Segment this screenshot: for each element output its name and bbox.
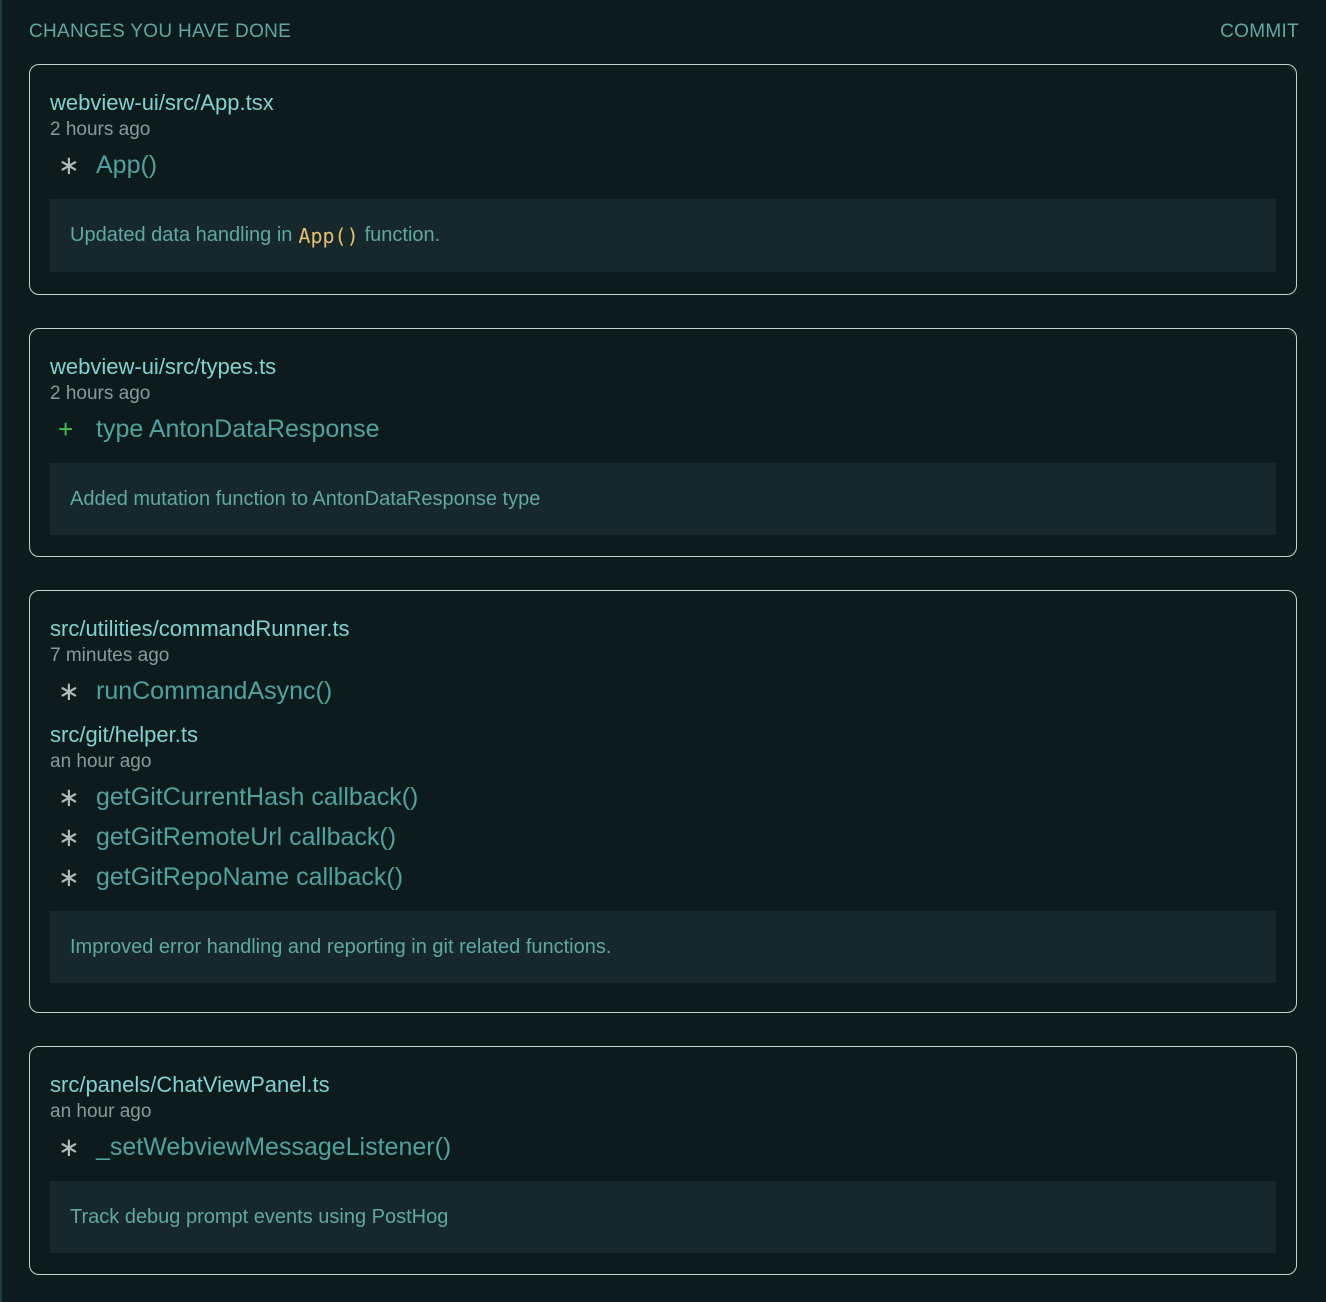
change-card: webview-ui/src/App.tsx 2 hours ago ∗ App…	[29, 64, 1297, 295]
file-path-link[interactable]: webview-ui/src/types.ts	[50, 353, 1276, 381]
commit-button[interactable]: COMMIT	[1220, 21, 1299, 43]
change-timestamp: an hour ago	[50, 751, 152, 772]
symbol-name: getGitCurrentHash callback()	[96, 782, 419, 811]
changed-symbol[interactable]: ∗ getGitRemoteUrl callback()	[50, 817, 1276, 857]
symbol-name: getGitRemoteUrl callback()	[96, 822, 397, 851]
change-card: src/utilities/commandRunner.ts 7 minutes…	[29, 590, 1297, 1013]
changed-symbol[interactable]: ∗ App()	[50, 145, 1276, 185]
summary-text: Updated data handling in	[70, 224, 293, 246]
modified-icon: ∗	[58, 149, 80, 180]
changed-symbol[interactable]: ∗ runCommandAsync()	[50, 671, 1276, 711]
changes-header: CHANGES YOU HAVE DONE COMMIT	[29, 18, 1299, 46]
change-summary: Updated data handling in App() function.	[50, 199, 1276, 272]
symbol-name: runCommandAsync()	[96, 676, 333, 705]
change-summary: Improved error handling and reporting in…	[50, 911, 1276, 983]
symbol-name: App()	[96, 150, 158, 179]
modified-icon: ∗	[58, 821, 80, 852]
change-card: src/panels/ChatViewPanel.ts an hour ago …	[29, 1046, 1297, 1275]
file-path-link[interactable]: src/panels/ChatViewPanel.ts	[50, 1071, 1276, 1099]
change-summary: Added mutation function to AntonDataResp…	[50, 463, 1276, 535]
change-summary: Track debug prompt events using PostHog	[50, 1181, 1276, 1253]
change-timestamp: 7 minutes ago	[50, 645, 170, 666]
summary-text: Improved error handling and reporting in…	[70, 935, 612, 958]
changed-symbol[interactable]: + type AntonDataResponse	[50, 409, 1276, 449]
modified-icon: ∗	[58, 1131, 80, 1162]
modified-icon: ∗	[58, 781, 80, 812]
change-timestamp: 2 hours ago	[50, 383, 151, 404]
added-icon: +	[58, 413, 74, 444]
changed-symbol[interactable]: ∗ getGitCurrentHash callback()	[50, 777, 1276, 817]
changed-symbol[interactable]: ∗ getGitRepoName callback()	[50, 857, 1276, 897]
file-path-link[interactable]: webview-ui/src/App.tsx	[50, 89, 1276, 117]
change-timestamp: 2 hours ago	[50, 119, 151, 140]
summary-text: Added mutation function to AntonDataResp…	[70, 487, 541, 510]
changed-symbol[interactable]: ∗ _setWebviewMessageListener()	[50, 1127, 1276, 1167]
section-title: CHANGES YOU HAVE DONE	[29, 21, 292, 42]
symbol-name: type AntonDataResponse	[96, 414, 380, 443]
file-path-link[interactable]: src/utilities/commandRunner.ts	[50, 615, 1276, 643]
modified-icon: ∗	[58, 861, 80, 892]
summary-code: App()	[298, 223, 359, 248]
symbol-name: getGitRepoName callback()	[96, 862, 404, 891]
symbol-name: _setWebviewMessageListener()	[96, 1132, 452, 1161]
change-timestamp: an hour ago	[50, 1101, 152, 1122]
summary-text: Track debug prompt events using PostHog	[70, 1205, 449, 1228]
panel-left-border	[0, 0, 2, 1302]
modified-icon: ∗	[58, 675, 80, 706]
file-path-link[interactable]: src/git/helper.ts	[50, 721, 1276, 749]
summary-text-after: function.	[364, 224, 441, 246]
change-card: webview-ui/src/types.ts 2 hours ago + ty…	[29, 328, 1297, 557]
